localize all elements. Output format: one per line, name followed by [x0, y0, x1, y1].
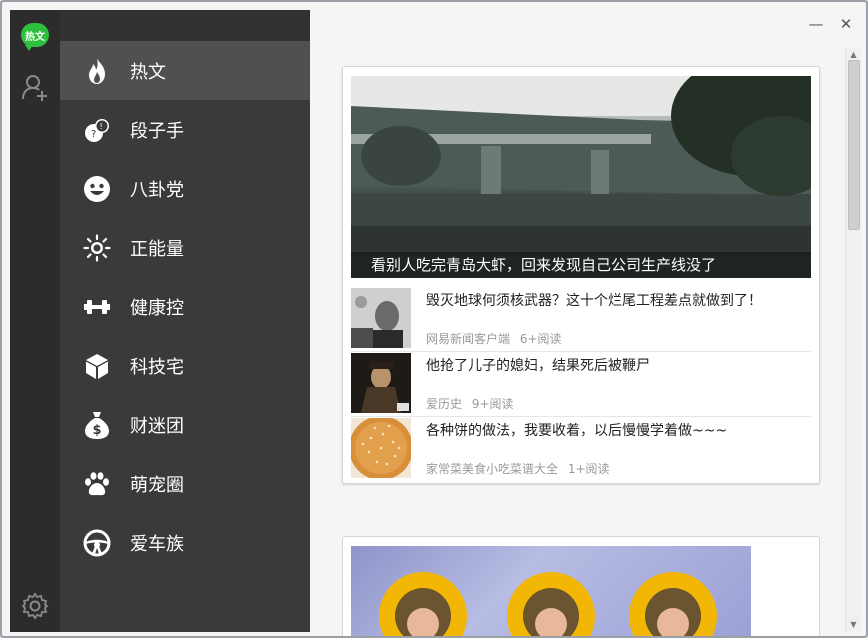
sidebar-item-label: 八卦党: [130, 179, 184, 201]
sun-icon: [82, 233, 112, 263]
article-thumbnail: [351, 353, 411, 413]
hero-image: [351, 76, 811, 256]
sidebar-item-label: 热文: [130, 61, 166, 83]
sidebar-item-hot[interactable]: 热文: [60, 41, 310, 100]
paw-icon: [82, 469, 112, 499]
article-item[interactable]: 各种饼的做法，我要收着，以后慢慢学着做~~~ 家常菜美食小吃菜谱大全 1+阅读: [351, 418, 811, 482]
svg-text:?: ?: [91, 129, 96, 140]
sidebar-item-label: 正能量: [130, 238, 184, 260]
article-card: [342, 536, 820, 636]
app-window: 热文 热文 !? 段子手 八卦党 正能量 健康控 科技宅 $ 财迷团 萌宠圈 爱…: [0, 0, 868, 638]
svg-text:$: $: [93, 423, 102, 438]
svg-text:!: !: [100, 122, 103, 131]
sidebar-item-finance[interactable]: $ 财迷团: [60, 395, 310, 454]
sidebar-item-jokes[interactable]: !? 段子手: [60, 100, 310, 159]
hero-article[interactable]: 看别人吃完青岛大虾，回来发现自己公司生产线没了: [351, 76, 811, 278]
sidebar-item-label: 财迷团: [130, 415, 184, 437]
sidebar-item-label: 段子手: [130, 120, 184, 142]
flame-icon: [82, 56, 112, 86]
steering-wheel-icon: [82, 528, 112, 558]
divider: [351, 416, 811, 417]
article-thumbnail: [351, 288, 411, 348]
hero-image: [379, 572, 717, 636]
sidebar-item-label: 爱车族: [130, 533, 184, 555]
left-rail: 热文: [10, 10, 60, 632]
category-sidebar: 热文 !? 段子手 八卦党 正能量 健康控 科技宅 $ 财迷团 萌宠圈 爱车族: [60, 10, 310, 632]
sidebar-item-label: 科技宅: [130, 356, 184, 378]
sidebar-item-gossip[interactable]: 八卦党: [60, 159, 310, 218]
vertical-scrollbar[interactable]: ▲ ▼: [845, 48, 861, 632]
add-user-button[interactable]: [10, 62, 60, 112]
money-bag-icon: $: [82, 410, 112, 440]
app-logo[interactable]: 热文: [10, 10, 60, 60]
article-meta: 爱历史 9+阅读: [426, 395, 514, 412]
settings-button[interactable]: [10, 592, 60, 620]
window-controls: — ✕: [808, 16, 854, 32]
article-meta: 网易新闻客户端 6+阅读: [426, 330, 562, 347]
article-thumbnail: [351, 418, 411, 478]
smiley-icon: [82, 174, 112, 204]
article-reads: 6+阅读: [519, 332, 562, 346]
sidebar-item-label: 萌宠圈: [130, 474, 184, 496]
article-source: 网易新闻客户端: [426, 332, 511, 346]
sidebar-header: [60, 10, 310, 41]
gear-icon: [21, 592, 49, 620]
sidebar-item-cars[interactable]: 爱车族: [60, 513, 310, 572]
sidebar-item-tech[interactable]: 科技宅: [60, 336, 310, 395]
article-item[interactable]: 他抢了儿子的媳妇，结果死后被鞭尸 爱历史 9+阅读: [351, 353, 811, 417]
hero-caption: 看别人吃完青岛大虾，回来发现自己公司生产线没了: [351, 252, 811, 278]
sidebar-item-label: 健康控: [130, 297, 184, 319]
article-title: 各种饼的做法，我要收着，以后慢慢学着做~~~: [426, 423, 728, 439]
minimize-button[interactable]: —: [808, 16, 824, 32]
article-source: 爱历史: [426, 397, 463, 411]
sidebar-item-pets[interactable]: 萌宠圈: [60, 454, 310, 513]
sidebar-item-positive-energy[interactable]: 正能量: [60, 218, 310, 277]
article-title: 他抢了儿子的媳妇，结果死后被鞭尸: [426, 358, 650, 374]
article-reads: 1+阅读: [567, 462, 610, 476]
app-badge-icon: 热文: [21, 23, 49, 51]
article-source: 家常菜美食小吃菜谱大全: [426, 462, 559, 476]
add-user-icon: [22, 75, 47, 101]
article-meta: 家常菜美食小吃菜谱大全 1+阅读: [426, 460, 610, 477]
dumbbell-icon: [82, 292, 112, 322]
hero-article[interactable]: [351, 546, 751, 636]
cube-icon: [82, 351, 112, 381]
article-title: 毁灭地球何须核武器？这十个烂尾工程差点就做到了！: [426, 293, 762, 309]
scroll-thumb[interactable]: [848, 60, 860, 230]
speech-bubbles-icon: !?: [82, 115, 112, 145]
article-item[interactable]: 毁灭地球何须核武器？这十个烂尾工程差点就做到了！ 网易新闻客户端 6+阅读: [351, 288, 811, 352]
content-area: — ✕ 看别人吃完青岛大虾，回来发现自己公司生产线没了 毁灭地球何须核武器？这十…: [310, 10, 862, 636]
scroll-down-arrow-icon[interactable]: ▼: [846, 618, 861, 632]
divider: [351, 351, 811, 352]
article-reads: 9+阅读: [471, 397, 514, 411]
sidebar-item-health[interactable]: 健康控: [60, 277, 310, 336]
close-button[interactable]: ✕: [838, 16, 854, 32]
article-card: 看别人吃完青岛大虾，回来发现自己公司生产线没了 毁灭地球何须核武器？这十个烂尾工…: [342, 66, 820, 484]
